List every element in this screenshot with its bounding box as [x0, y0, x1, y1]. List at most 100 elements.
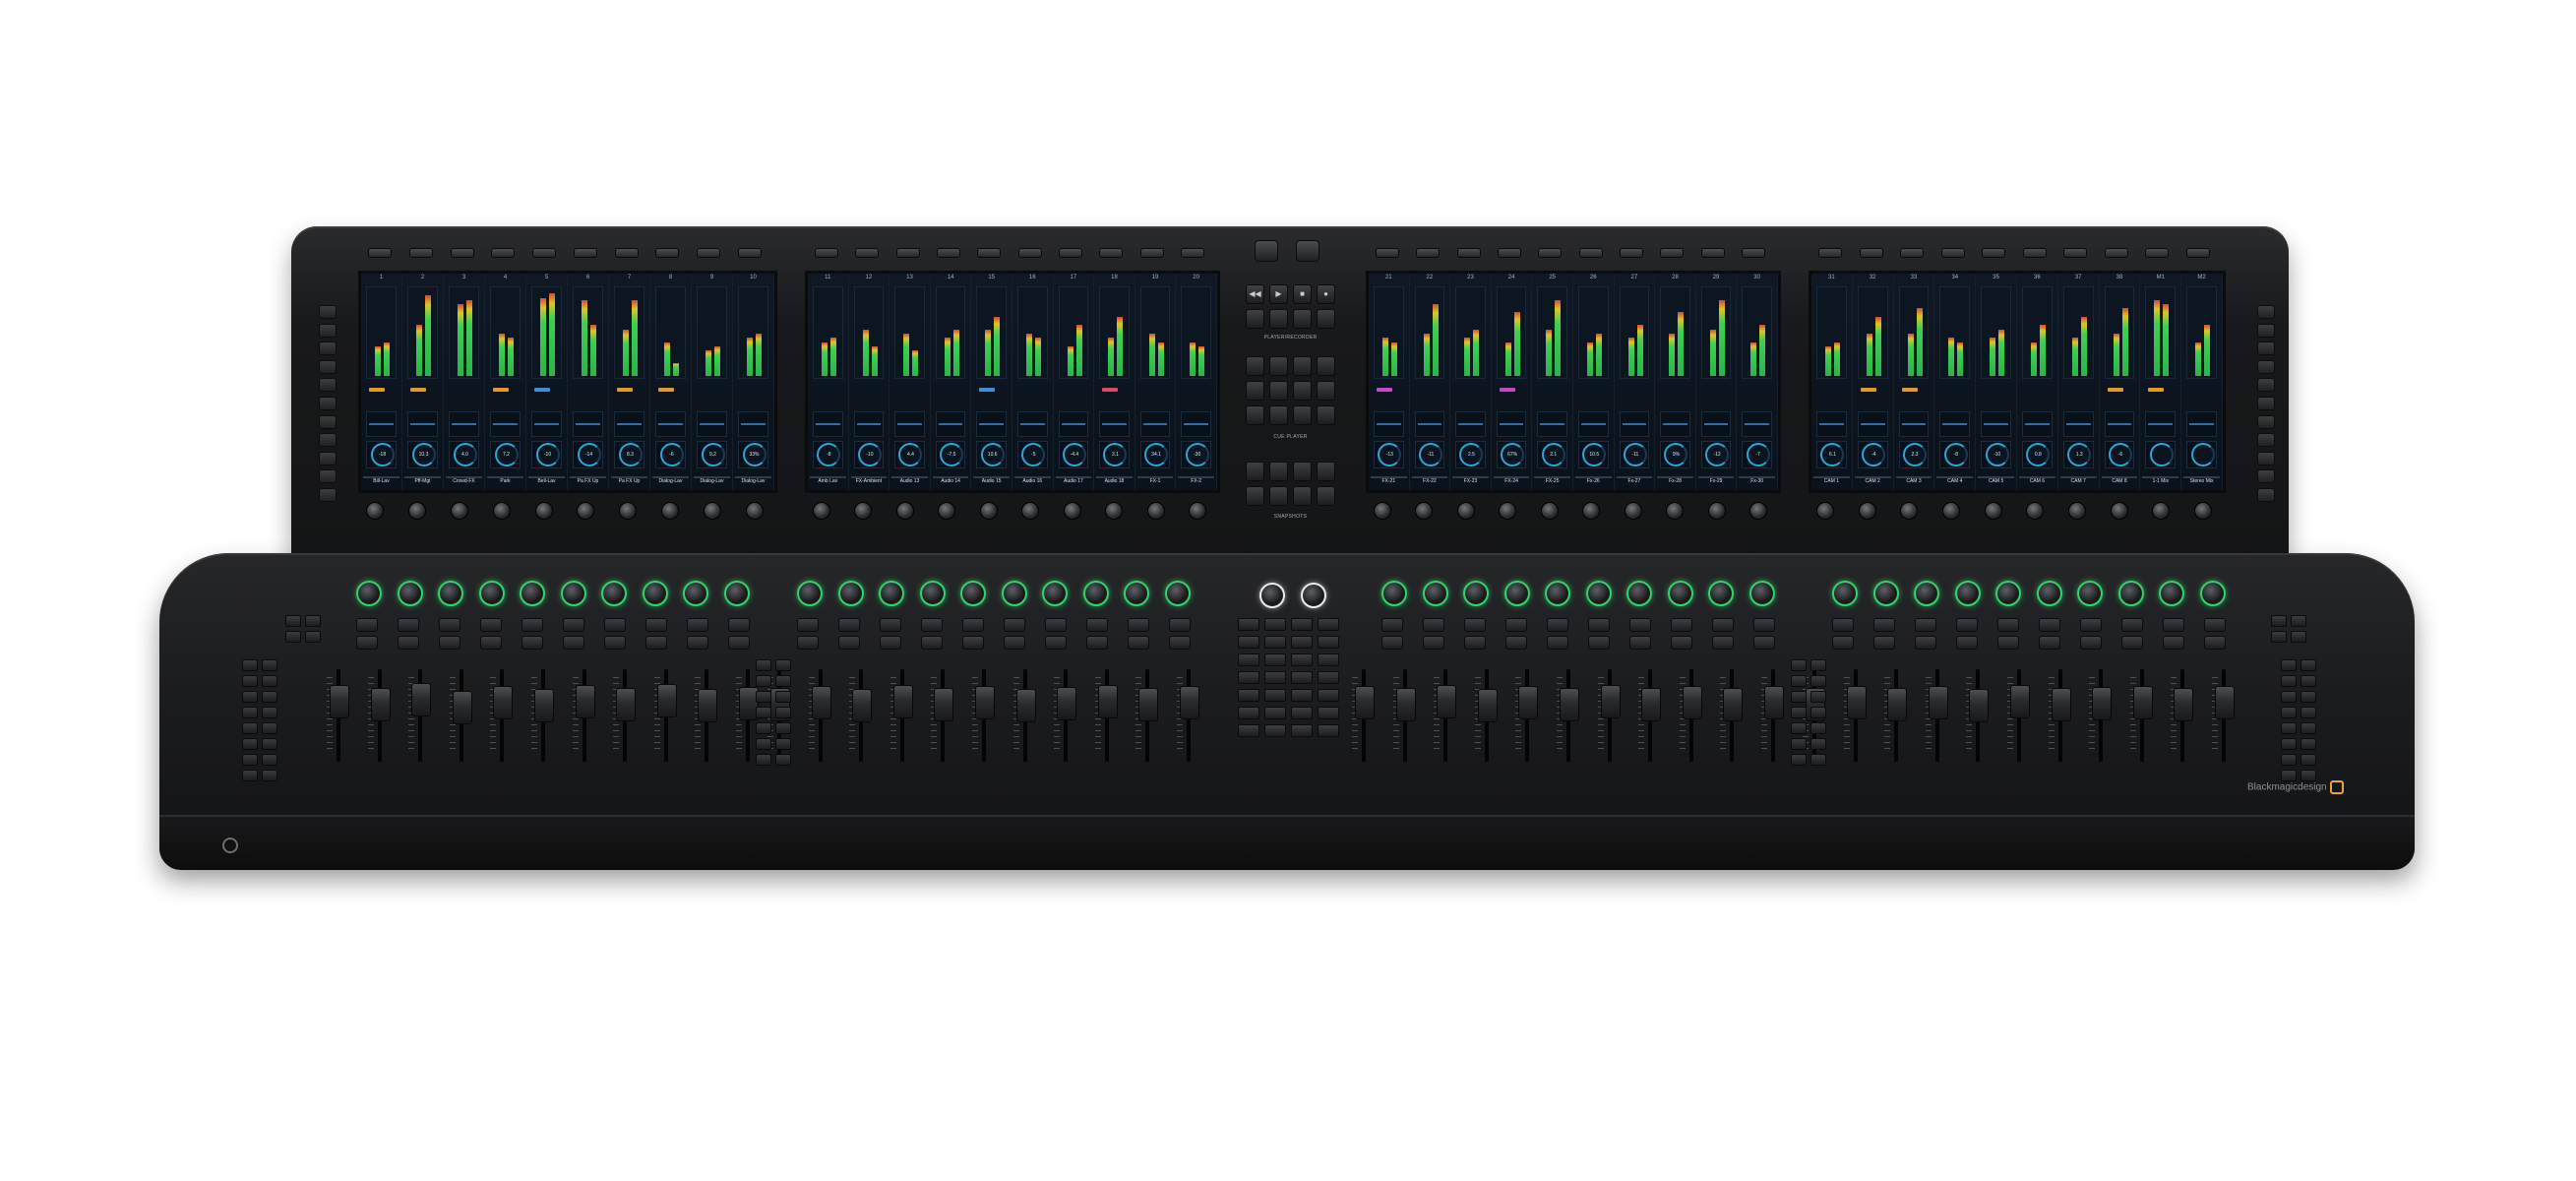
rotary-encoder[interactable]	[1914, 581, 1940, 606]
channel-select-button[interactable]	[2185, 248, 2210, 258]
side-key[interactable]	[305, 631, 321, 643]
rail-button[interactable]	[2257, 433, 2275, 448]
rotary-encoder[interactable]	[1667, 581, 1693, 606]
rail-button[interactable]	[319, 359, 337, 374]
channel-select-button[interactable]	[2145, 248, 2170, 258]
channel-select-button[interactable]	[1982, 248, 2006, 258]
center-desk-key[interactable]	[1264, 707, 1286, 719]
channel-fader[interactable]	[653, 669, 678, 768]
screen-knob[interactable]	[2110, 502, 2128, 520]
screen-knob[interactable]	[1021, 502, 1040, 520]
side-key[interactable]	[1791, 707, 1807, 718]
side-key[interactable]	[262, 707, 277, 718]
screen-knob[interactable]	[854, 502, 873, 520]
channel-fader[interactable]	[2048, 669, 2072, 768]
channel-key[interactable]	[1381, 618, 1403, 632]
screen-knob[interactable]	[1188, 502, 1206, 520]
channel-key[interactable]	[1169, 636, 1191, 650]
rotary-encoder[interactable]	[1626, 581, 1653, 606]
channel-key[interactable]	[1547, 618, 1568, 632]
center-desk-key[interactable]	[1238, 618, 1259, 631]
channel-select-button[interactable]	[2022, 248, 2047, 258]
side-key[interactable]	[775, 722, 791, 734]
screen-knob[interactable]	[745, 502, 764, 520]
channel-key[interactable]	[2121, 636, 2143, 650]
fader-cap[interactable]	[370, 688, 391, 721]
bank-right-button[interactable]	[1296, 240, 1319, 262]
channel-key[interactable]	[398, 636, 419, 650]
rotary-encoder[interactable]	[2199, 581, 2226, 606]
channel-key[interactable]	[1832, 618, 1854, 632]
channel-key[interactable]	[1915, 618, 1936, 632]
snapshot-key[interactable]	[1269, 486, 1288, 506]
side-key[interactable]	[775, 675, 791, 687]
channel-key[interactable]	[604, 618, 626, 632]
fader-cap[interactable]	[1723, 688, 1744, 721]
screen-knob[interactable]	[1063, 502, 1081, 520]
side-key[interactable]	[756, 691, 771, 703]
channel-key[interactable]	[797, 636, 819, 650]
side-key[interactable]	[2281, 675, 2297, 687]
channel-fader[interactable]	[530, 669, 555, 768]
channel-fader[interactable]	[971, 669, 996, 768]
screen-knob[interactable]	[1900, 502, 1919, 520]
rotary-encoder[interactable]	[438, 581, 464, 606]
channel-key[interactable]	[2204, 636, 2226, 650]
side-key[interactable]	[2281, 770, 2297, 781]
channel-select-button[interactable]	[1538, 248, 1563, 258]
channel-select-button[interactable]	[1619, 248, 1643, 258]
center-desk-key[interactable]	[1238, 724, 1259, 737]
channel-fader[interactable]	[1012, 669, 1037, 768]
screen-knob[interactable]	[661, 502, 680, 520]
side-key[interactable]	[756, 675, 771, 687]
channel-key[interactable]	[356, 618, 378, 632]
side-key[interactable]	[1810, 722, 1826, 734]
channel-select-button[interactable]	[2063, 248, 2088, 258]
channel-key[interactable]	[797, 618, 819, 632]
channel-select-button[interactable]	[1376, 248, 1399, 258]
channel-key[interactable]	[1832, 636, 1854, 650]
center-desk-key[interactable]	[1264, 618, 1286, 631]
fader-cap[interactable]	[1057, 687, 1077, 720]
screen-knob[interactable]	[1707, 502, 1726, 520]
screen-knob[interactable]	[1582, 502, 1601, 520]
side-key[interactable]	[242, 722, 258, 734]
center-desk-key[interactable]	[1291, 653, 1313, 666]
side-key[interactable]	[2300, 691, 2316, 703]
side-key[interactable]	[756, 722, 771, 734]
center-desk-key[interactable]	[1291, 618, 1313, 631]
channel-select-button[interactable]	[1017, 248, 1042, 258]
center-desk-key[interactable]	[1238, 653, 1259, 666]
channel-fader[interactable]	[2129, 669, 2154, 768]
channel-fader[interactable]	[449, 669, 473, 768]
rail-button[interactable]	[319, 433, 337, 448]
transport-key[interactable]	[1269, 309, 1288, 329]
channel-key[interactable]	[1464, 618, 1486, 632]
rotary-encoder[interactable]	[1082, 581, 1109, 606]
channel-key[interactable]	[480, 618, 502, 632]
fader-cap[interactable]	[1928, 686, 1948, 719]
fader-cap[interactable]	[2051, 688, 2071, 721]
center-desk-key[interactable]	[1264, 671, 1286, 684]
screen-knob[interactable]	[1105, 502, 1124, 520]
rotary-encoder[interactable]	[1832, 581, 1858, 606]
channel-key[interactable]	[2163, 618, 2184, 632]
channel-key[interactable]	[1712, 636, 1734, 650]
cue-key[interactable]	[1246, 356, 1264, 376]
channel-fader[interactable]	[1966, 669, 1990, 768]
channel-key[interactable]	[645, 636, 667, 650]
transport-key[interactable]	[1293, 309, 1312, 329]
side-key[interactable]	[775, 754, 791, 766]
fader-cap[interactable]	[656, 684, 677, 717]
side-key[interactable]	[1791, 722, 1807, 734]
rotary-encoder[interactable]	[2077, 581, 2104, 606]
channel-select-button[interactable]	[1416, 248, 1441, 258]
screen-knob[interactable]	[534, 502, 553, 520]
screen-knob[interactable]	[938, 502, 956, 520]
rail-button[interactable]	[319, 414, 337, 429]
fader-cap[interactable]	[2092, 687, 2113, 720]
channel-key[interactable]	[1004, 618, 1025, 632]
side-key[interactable]	[1791, 738, 1807, 750]
channel-key[interactable]	[880, 618, 901, 632]
channel-fader[interactable]	[1474, 669, 1499, 768]
